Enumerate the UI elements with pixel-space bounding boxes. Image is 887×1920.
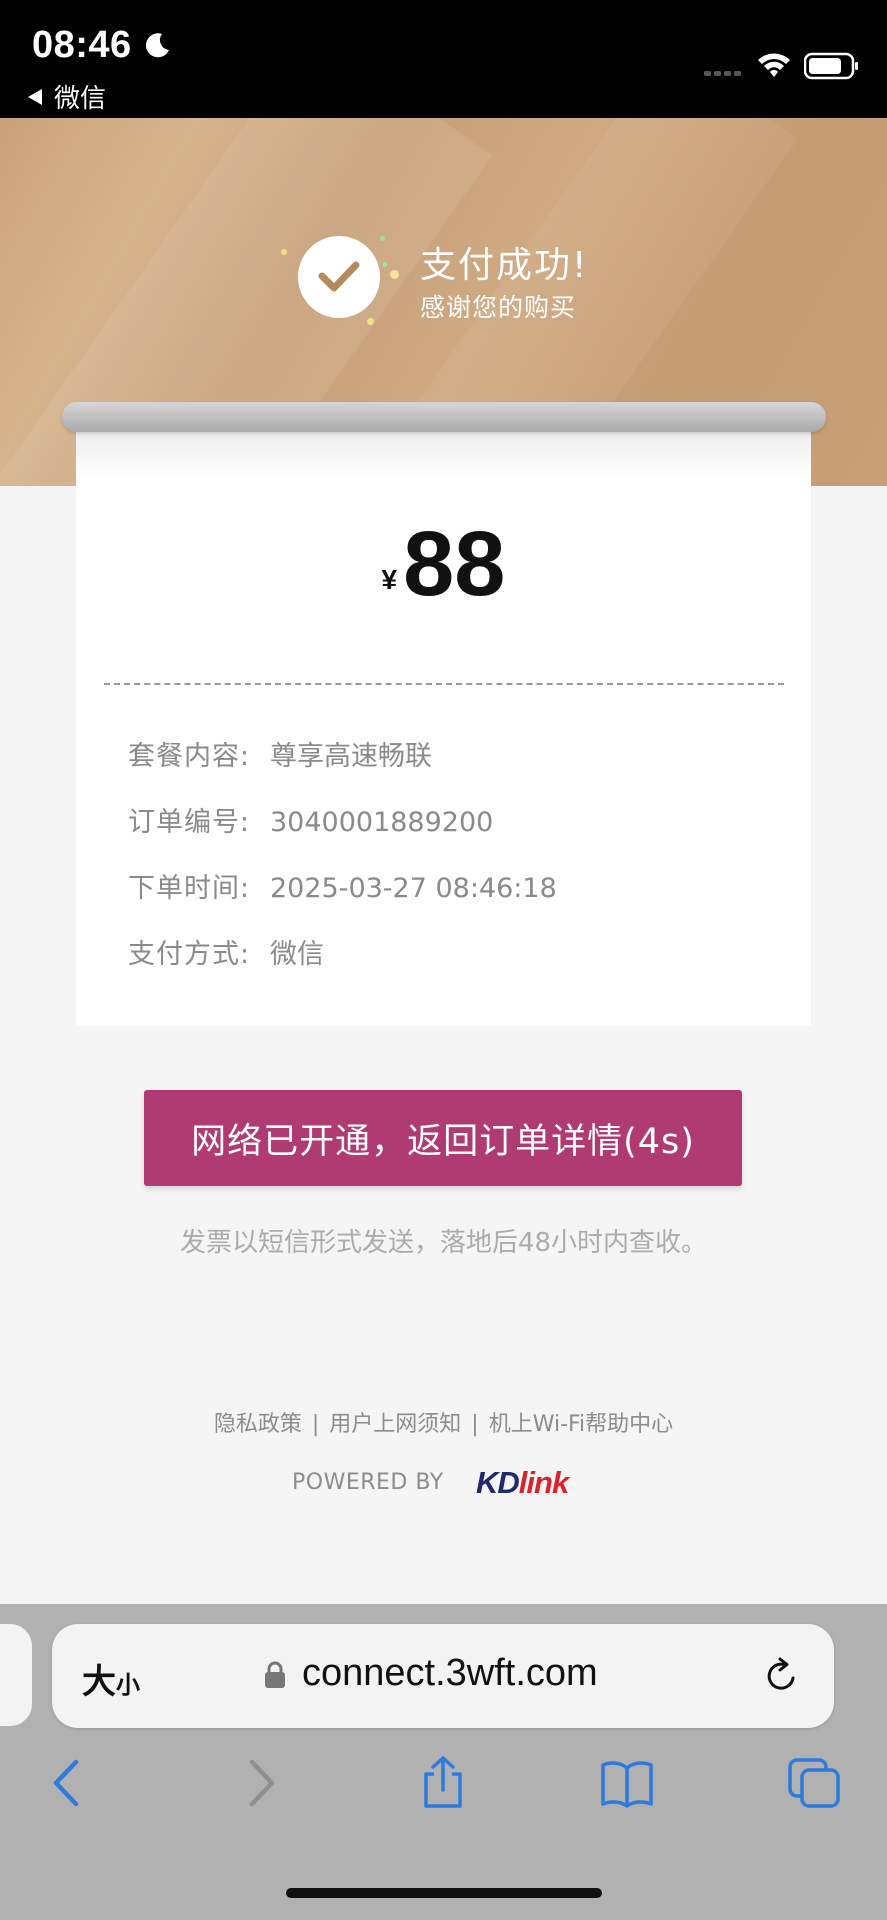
moon-icon	[145, 33, 169, 58]
detail-value: 3040001889200	[270, 807, 494, 838]
confetti-dot	[281, 249, 287, 255]
bookmarks-book-icon[interactable]	[600, 1756, 654, 1810]
cellular-signal-icon	[704, 71, 741, 76]
user-notice-link[interactable]: 用户上网须知	[329, 1412, 461, 1437]
detail-value: 微信	[270, 939, 324, 970]
detail-row-order-time: 下单时间: 2025-03-27 08:46:18	[128, 866, 557, 905]
back-triangle-icon	[28, 88, 42, 105]
dashed-divider	[104, 683, 784, 685]
confetti-dot	[380, 236, 385, 241]
link-separator: |	[311, 1412, 320, 1437]
detail-row-order-number: 订单编号: 3040001889200	[128, 800, 493, 839]
return-to-order-button[interactable]: 网络已开通，返回订单详情(4s)	[144, 1090, 742, 1186]
url-text[interactable]: connect.3wft.com	[302, 1652, 598, 1695]
amount-display: ¥88	[76, 518, 811, 610]
powered-by-label: POWERED BY	[292, 1470, 444, 1495]
invoice-note: 发票以短信形式发送，落地后48小时内查收。	[179, 1228, 708, 1258]
confetti-dot	[382, 262, 387, 267]
footer-links: 隐私政策 | 用户上网须知 | 机上Wi-Fi帮助中心	[0, 1406, 887, 1438]
detail-label: 套餐内容:	[128, 741, 251, 772]
currency-symbol: ¥	[381, 564, 398, 595]
confetti-dot	[367, 318, 374, 325]
success-check-icon	[298, 236, 380, 318]
home-indicator	[286, 1888, 602, 1898]
wifi-icon	[758, 53, 790, 77]
detail-label: 订单编号:	[128, 807, 251, 838]
detail-value: 2025-03-27 08:46:18	[270, 873, 557, 904]
share-icon[interactable]	[416, 1756, 470, 1810]
text-size-button[interactable]: 大小	[82, 1654, 140, 1703]
tabs-icon[interactable]	[788, 1756, 842, 1810]
detail-label: 下单时间:	[128, 873, 251, 904]
lock-icon	[265, 1661, 285, 1688]
browser-toolbar: 大小 connect.3wft.com	[0, 1604, 887, 1920]
back-to-wechat-button[interactable]: 微信	[28, 78, 106, 115]
payment-success-title: 支付成功!	[420, 245, 589, 286]
status-time: 08:46	[32, 24, 132, 66]
back-arrow-icon[interactable]	[42, 1756, 96, 1810]
back-app-label: 微信	[54, 84, 107, 114]
detail-label: 支付方式:	[128, 939, 251, 970]
detail-value: 尊享高速畅联	[270, 741, 432, 772]
detail-row-package: 套餐内容: 尊享高速畅联	[128, 734, 432, 773]
receipt-roller	[62, 402, 826, 432]
wifi-help-center-link[interactable]: 机上Wi-Fi帮助中心	[489, 1412, 674, 1437]
address-bar[interactable]: 大小 connect.3wft.com	[52, 1624, 834, 1728]
detail-row-payment-method: 支付方式: 微信	[128, 932, 324, 971]
previous-tab-stub[interactable]	[0, 1624, 32, 1726]
amount-value: 88	[403, 513, 506, 615]
battery-icon	[804, 52, 858, 80]
forward-arrow-icon[interactable]	[232, 1756, 286, 1810]
privacy-policy-link[interactable]: 隐私政策	[214, 1412, 302, 1437]
status-bar: 08:46 微信	[0, 0, 887, 118]
confetti-dot	[390, 270, 399, 279]
kdlink-logo: KDlink	[476, 1465, 569, 1500]
reload-icon[interactable]	[762, 1656, 802, 1696]
receipt-card: ¥88 套餐内容: 尊享高速畅联 订单编号: 3040001889200 下单时间:…	[76, 418, 811, 1026]
link-separator: |	[471, 1412, 479, 1437]
thanks-subtitle: 感谢您的购买	[420, 293, 577, 322]
